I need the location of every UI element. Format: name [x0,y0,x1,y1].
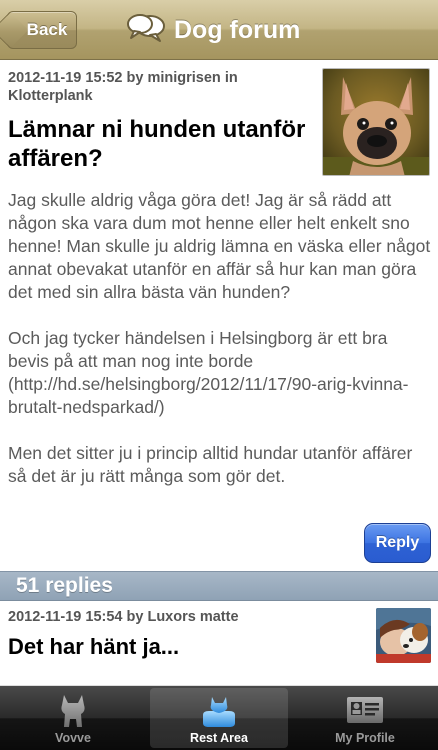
post-title: Lämnar ni hunden utanför affären? [8,116,306,172]
back-button-label: Back [26,20,68,39]
replies-count-header: 51 replies [0,571,438,601]
post-dog-photo[interactable] [322,68,430,176]
post-body: Jag skulle aldrig våga göra det! Jag är … [8,189,432,488]
id-card-icon [345,691,385,729]
page-title: Dog forum [174,15,301,44]
tab-my-profile[interactable]: My Profile [296,688,434,748]
reply-button[interactable]: Reply [364,523,431,563]
forum-post: 2012-11-19 15:52 by minigrisen in Klotte… [0,61,438,571]
dog-bed-icon [199,691,239,729]
dog-and-person-photo [376,608,431,663]
nav-title-group: Dog forum [126,10,300,50]
tab-label: Vovve [55,731,91,745]
tab-label: Rest Area [190,731,248,745]
navigation-bar: Back Dog forum [0,0,438,60]
reply-meta: 2012-11-19 15:54 by Luxors matte [8,609,239,625]
post-meta: 2012-11-19 15:52 by minigrisen in Klotte… [8,70,238,104]
reply-avatar-photo [376,608,431,663]
speech-bubbles-icon [126,12,166,49]
tab-bar: Vovve Rest Area My Profile [0,686,438,750]
tab-rest-area[interactable]: Rest Area [150,688,288,748]
post-paragraph: Jag skulle aldrig våga göra det! Jag är … [8,190,431,302]
reply-title: Det har hänt ja... [8,634,180,659]
tab-label: My Profile [335,731,395,745]
back-arrow-shape [0,11,29,49]
post-paragraph: Men det sitter ju i princip alltid hunda… [8,443,413,486]
tab-vovve[interactable]: Vovve [4,688,142,748]
french-bulldog-photo [323,69,429,175]
back-button[interactable]: Back [0,11,77,49]
dog-silhouette-icon [53,691,93,729]
post-paragraph: Och jag tycker händelsen i Helsingborg ä… [8,328,409,417]
reply-list-item[interactable]: 2012-11-19 15:54 by Luxors matte Det har… [0,601,438,686]
